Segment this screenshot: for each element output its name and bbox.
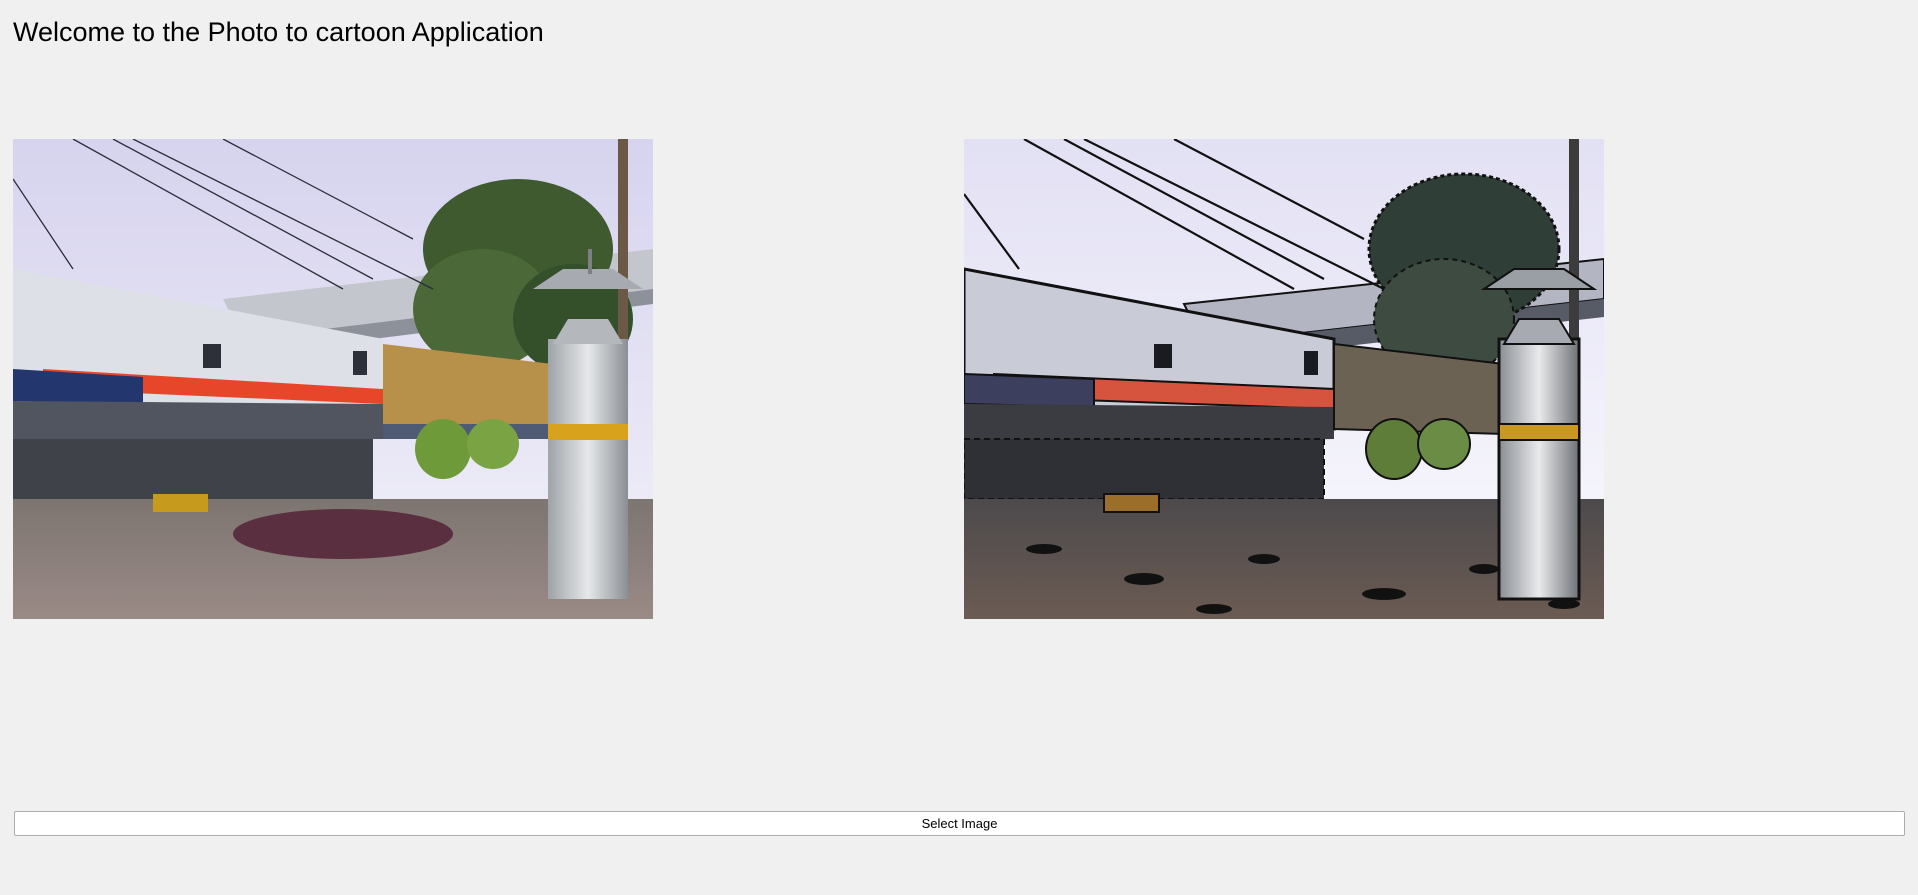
app-title: Welcome to the Photo to cartoon Applicat… xyxy=(13,17,544,47)
original-image-graphic xyxy=(13,139,653,619)
cartoon-image-graphic xyxy=(964,139,1604,619)
cartoon-image xyxy=(964,139,1604,619)
original-image xyxy=(13,139,653,619)
select-image-button[interactable]: Select Image xyxy=(14,811,1905,836)
